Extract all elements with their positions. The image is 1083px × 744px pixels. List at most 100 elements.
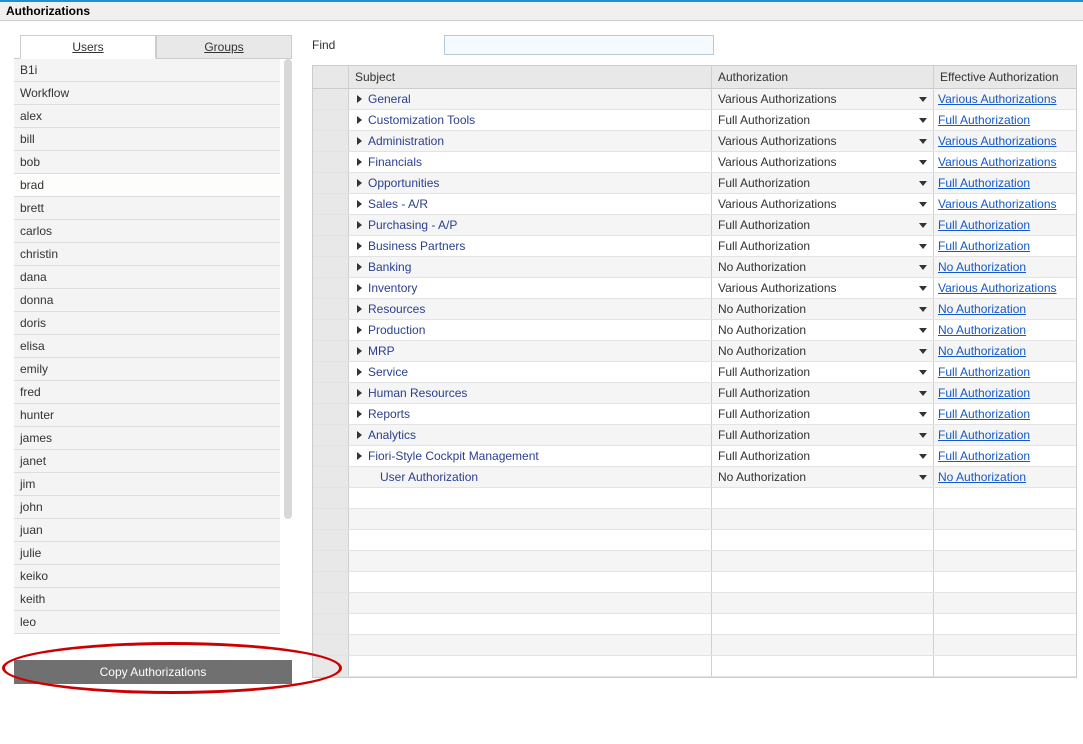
user-row[interactable]: hunter [14,404,280,427]
expand-arrow-icon[interactable] [357,137,362,145]
cell-authorization[interactable]: No Authorization [712,299,934,319]
chevron-down-icon[interactable] [919,475,927,480]
expand-arrow-icon[interactable] [357,95,362,103]
cell-effective-authorization[interactable]: Various Authorizations [934,278,1076,298]
cell-effective-authorization[interactable]: Full Authorization [934,446,1076,466]
expand-arrow-icon[interactable] [357,179,362,187]
user-list[interactable]: B1iWorkflowalexbillbobbradbrettcarloschr… [14,59,280,634]
chevron-down-icon[interactable] [919,160,927,165]
col-header-subject[interactable]: Subject [349,66,712,88]
chevron-down-icon[interactable] [919,328,927,333]
cell-subject[interactable]: Inventory [349,278,712,298]
user-row[interactable]: leo [14,611,280,634]
user-row[interactable]: elisa [14,335,280,358]
cell-effective-authorization[interactable]: No Authorization [934,257,1076,277]
cell-subject[interactable]: Production [349,320,712,340]
user-row[interactable]: fred [14,381,280,404]
cell-authorization[interactable]: No Authorization [712,257,934,277]
cell-authorization[interactable]: Various Authorizations [712,152,934,172]
chevron-down-icon[interactable] [919,97,927,102]
user-row[interactable]: carlos [14,220,280,243]
cell-effective-authorization[interactable]: No Authorization [934,341,1076,361]
table-row[interactable]: ReportsFull AuthorizationFull Authorizat… [313,404,1076,425]
cell-authorization[interactable]: No Authorization [712,341,934,361]
cell-authorization[interactable]: Full Authorization [712,173,934,193]
table-row[interactable]: AdministrationVarious AuthorizationsVari… [313,131,1076,152]
user-row[interactable]: james [14,427,280,450]
cell-subject[interactable]: User Authorization [349,467,712,487]
user-row[interactable]: donna [14,289,280,312]
expand-arrow-icon[interactable] [357,347,362,355]
expand-arrow-icon[interactable] [357,200,362,208]
cell-authorization[interactable]: Full Authorization [712,446,934,466]
cell-effective-authorization[interactable]: Various Authorizations [934,89,1076,109]
cell-effective-authorization[interactable]: Full Authorization [934,425,1076,445]
chevron-down-icon[interactable] [919,181,927,186]
copy-authorizations-button[interactable]: Copy Authorizations [14,660,292,684]
table-row[interactable]: Business PartnersFull AuthorizationFull … [313,236,1076,257]
chevron-down-icon[interactable] [919,370,927,375]
cell-subject[interactable]: Administration [349,131,712,151]
cell-effective-authorization[interactable]: Full Authorization [934,215,1076,235]
cell-authorization[interactable]: Full Authorization [712,362,934,382]
table-row[interactable]: MRPNo AuthorizationNo Authorization [313,341,1076,362]
expand-arrow-icon[interactable] [357,389,362,397]
expand-arrow-icon[interactable] [357,158,362,166]
cell-subject[interactable]: Service [349,362,712,382]
cell-subject[interactable]: Opportunities [349,173,712,193]
table-row[interactable]: FinancialsVarious AuthorizationsVarious … [313,152,1076,173]
cell-effective-authorization[interactable]: Various Authorizations [934,194,1076,214]
cell-authorization[interactable]: Full Authorization [712,110,934,130]
cell-effective-authorization[interactable]: Full Authorization [934,173,1076,193]
table-row[interactable]: Fiori-Style Cockpit ManagementFull Autho… [313,446,1076,467]
table-row[interactable]: Customization ToolsFull AuthorizationFul… [313,110,1076,131]
tab-users[interactable]: Users [20,35,156,59]
chevron-down-icon[interactable] [919,307,927,312]
expand-arrow-icon[interactable] [357,410,362,418]
cell-subject[interactable]: Financials [349,152,712,172]
cell-subject[interactable]: Customization Tools [349,110,712,130]
chevron-down-icon[interactable] [919,223,927,228]
table-row[interactable]: GeneralVarious AuthorizationsVarious Aut… [313,89,1076,110]
table-row[interactable]: InventoryVarious AuthorizationsVarious A… [313,278,1076,299]
cell-effective-authorization[interactable]: Full Authorization [934,236,1076,256]
cell-subject[interactable]: General [349,89,712,109]
chevron-down-icon[interactable] [919,244,927,249]
table-row[interactable]: AnalyticsFull AuthorizationFull Authoriz… [313,425,1076,446]
cell-subject[interactable]: Analytics [349,425,712,445]
cell-effective-authorization[interactable]: No Authorization [934,320,1076,340]
chevron-down-icon[interactable] [919,118,927,123]
cell-subject[interactable]: Banking [349,257,712,277]
scrollbar[interactable] [284,59,292,634]
cell-authorization[interactable]: Various Authorizations [712,89,934,109]
expand-arrow-icon[interactable] [357,305,362,313]
table-row[interactable]: Human ResourcesFull AuthorizationFull Au… [313,383,1076,404]
cell-authorization[interactable]: Full Authorization [712,215,934,235]
cell-authorization[interactable]: Full Authorization [712,383,934,403]
user-row[interactable]: keith [14,588,280,611]
chevron-down-icon[interactable] [919,433,927,438]
cell-effective-authorization[interactable]: No Authorization [934,299,1076,319]
expand-arrow-icon[interactable] [357,368,362,376]
user-row[interactable]: emily [14,358,280,381]
cell-subject[interactable]: Sales - A/R [349,194,712,214]
col-header-authorization[interactable]: Authorization [712,66,934,88]
table-row[interactable]: OpportunitiesFull AuthorizationFull Auth… [313,173,1076,194]
cell-subject[interactable]: Human Resources [349,383,712,403]
expand-arrow-icon[interactable] [357,242,362,250]
cell-effective-authorization[interactable]: Full Authorization [934,110,1076,130]
user-row[interactable]: dana [14,266,280,289]
user-row[interactable]: john [14,496,280,519]
cell-subject[interactable]: Reports [349,404,712,424]
expand-arrow-icon[interactable] [357,221,362,229]
table-row[interactable]: User AuthorizationNo AuthorizationNo Aut… [313,467,1076,488]
user-row[interactable]: brett [14,197,280,220]
cell-effective-authorization[interactable]: No Authorization [934,467,1076,487]
user-row[interactable]: juan [14,519,280,542]
cell-authorization[interactable]: Full Authorization [712,236,934,256]
cell-effective-authorization[interactable]: Full Authorization [934,383,1076,403]
cell-subject[interactable]: Business Partners [349,236,712,256]
expand-arrow-icon[interactable] [357,326,362,334]
cell-subject[interactable]: MRP [349,341,712,361]
cell-subject[interactable]: Resources [349,299,712,319]
